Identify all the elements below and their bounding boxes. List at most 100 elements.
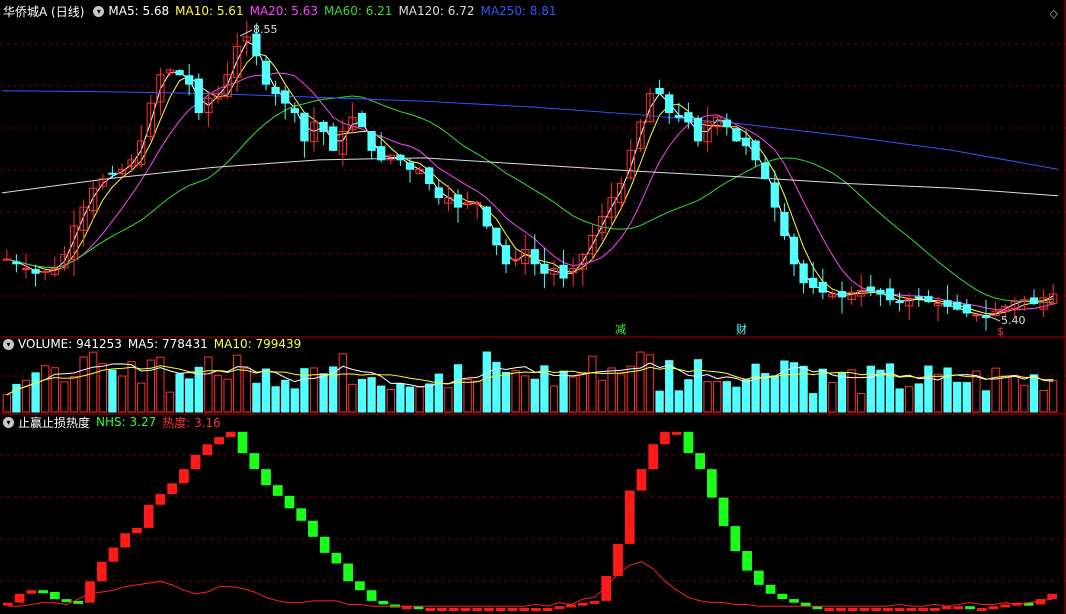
candle-body [425,167,434,184]
nhs-block [284,495,295,509]
volume-bar [1039,390,1048,413]
volume-bar [511,370,520,413]
nhs-block [38,590,48,594]
volume-bar [991,367,1000,413]
volume-bar [377,385,386,413]
nhs-block [1047,593,1057,600]
nhs-block [343,563,353,582]
nhs-block [718,497,729,527]
volume-bar [885,363,895,413]
volume-bar [271,386,280,413]
candle-body [770,182,779,208]
nhs-block [3,602,13,606]
nhs-block [906,608,917,611]
volume-bar [684,379,693,413]
candle-body [530,249,539,265]
ma-legend: MA5: 5.68 MA10: 5.61 MA20: 5.63 MA60: 6.21 M… [108,4,562,18]
volume-bar [559,370,568,413]
volume-bar [204,356,213,413]
nhs-block [272,485,283,496]
candle-body [559,264,568,279]
volume-bar [434,373,443,413]
candle-body [281,90,290,104]
volume-bar [588,355,597,413]
volume-bar [405,386,415,413]
volume-bar [530,378,539,413]
candle-body [914,296,923,299]
nhs-block [179,469,189,484]
nhs-block [319,536,330,553]
candle-body [405,162,415,170]
volume-bar [473,380,482,413]
nhs-block [601,575,612,601]
nhs-block [976,608,987,611]
candle-body [953,301,962,310]
candle-body [175,70,184,76]
nhs-block [214,437,224,445]
volume-bar [2,394,11,413]
volume-bar [165,391,175,413]
volume-bar [31,372,40,413]
corner-diamond-icon[interactable]: ◇ [1050,7,1058,20]
volume-bar [175,373,184,413]
candle-body [876,289,885,295]
volume-bar [828,382,837,413]
candle-body [185,75,194,85]
volume-bar [866,365,875,413]
nhs-block [14,593,25,603]
nhs-block [953,606,964,610]
volume-bar [453,364,463,413]
volume-panel-settings-icon[interactable]: ▾ [3,338,14,350]
nhs-block [531,608,541,611]
ma-legend-item: MA250: 8.81 [480,4,557,18]
stock-chart-canvas[interactable]: 8.55 5.40 减 财 $ [0,0,1066,614]
volume-bar [425,383,434,413]
nhs-block [800,602,811,607]
candle-body [377,146,386,161]
volume-bar [290,388,299,413]
volume-bar [319,373,328,413]
indicator-panel-settings-icon[interactable]: ▾ [3,416,14,428]
nhs-block [507,608,518,611]
heat-line [7,561,1053,607]
nhs-block [167,483,177,495]
candle-body [453,194,463,208]
candle-body [2,258,11,261]
nhs-block [484,608,494,611]
nhs-block [85,581,95,603]
volume-ma10: MA10: 799439 [213,337,302,351]
candle-body [31,269,40,274]
volume-bar [501,371,511,413]
volume-bar [732,386,741,413]
volume-bar [569,376,578,413]
nhs-block [624,490,635,544]
volume-bar [751,363,760,413]
volume-bar [818,368,827,413]
nhs-block [331,552,342,564]
nhs-block [836,608,846,611]
indicator-name: 止赢止损热度 [18,415,91,430]
nhs-block [871,608,881,611]
nhs-block [589,600,600,604]
volume-bar [549,385,559,413]
candle-body [924,296,933,303]
volume-bar [1029,374,1039,413]
nhs-block [73,600,84,604]
volume-bar [693,359,703,413]
volume-bar [415,386,424,413]
annotations: 8.55 5.40 减 财 $ [239,23,1026,338]
nhs-block [918,608,928,611]
candle-body [693,117,703,142]
candle-body [895,301,904,304]
nhs-block [437,608,447,611]
nhs-block [308,520,318,537]
ma-line [6,95,1054,303]
nhs-block [261,469,271,486]
indicator-series [3,431,1057,611]
ma-legend-item: MA120: 6.72 [398,4,475,18]
candle-body [837,291,847,298]
volume-bar [837,372,847,413]
nhs-block [636,469,647,491]
volume-bar [789,362,799,413]
price-panel-settings-icon[interactable]: ▾ [93,5,105,17]
